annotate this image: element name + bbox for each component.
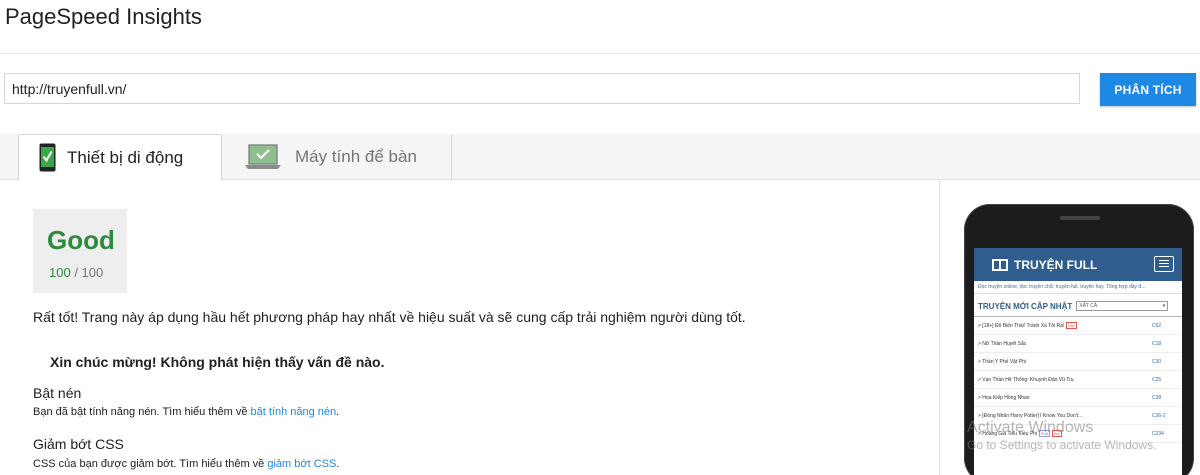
congrats-text: Xin chúc mừng! Không phát hiện thấy vấn … [50, 354, 385, 370]
story-title: > Nữ Thần Huyết Sắc [978, 341, 1027, 347]
tab-desktop[interactable]: Máy tính để bàn [222, 134, 452, 180]
rule-desc: Bạn đã bật tính năng nén. Tìm hiểu thêm … [33, 406, 339, 418]
app-title: PageSpeed Insights [5, 4, 202, 29]
watermark-subtitle: Go to Settings to activate Windows. [967, 438, 1157, 452]
score-value: 100 / 100 [49, 265, 103, 280]
rule-title: Giảm bớt CSS [33, 436, 124, 452]
tab-mobile-label: Thiết bị di động [67, 147, 184, 167]
story-title: > Thần Y Phế Vật Phi [978, 359, 1026, 365]
list-item: > [18+] Đô Biến Thái! Tránh Xa Tôi Ra! Ho… [974, 317, 1182, 335]
list-item: > Họa Kiếp Hồng Nhan C38 [974, 389, 1182, 407]
rule-desc-text: CSS của bạn được giảm bớt. Tìm hiểu thêm… [33, 458, 268, 470]
book-icon [992, 258, 1008, 271]
score-box: Good 100 / 100 [33, 209, 127, 293]
rule-link[interactable]: bật tính năng nén [251, 406, 337, 418]
url-input[interactable] [4, 73, 1080, 104]
rule-desc: CSS của bạn được giảm bớt. Tìm hiểu thêm… [33, 458, 339, 470]
site-name: TRUYỆN FULL [1014, 257, 1098, 272]
rule-desc-end: . [336, 458, 340, 470]
rule-desc-text: Bạn đã bật tính năng nén. Tìm hiểu thêm … [33, 406, 251, 418]
story-list-header: TRUYỆN MỚI CẬP NHẬT XẤT CẢ ▾ [974, 294, 1182, 317]
story-chapter: C30 [1152, 359, 1162, 365]
score-number: 100 [49, 265, 71, 280]
desktop-check-icon [245, 144, 281, 169]
activation-watermark: Activate Windows Go to Settings to activ… [967, 419, 1156, 452]
story-chapter: C38 [1152, 395, 1162, 401]
device-tab-bar: Thiết bị di động Máy tính để bàn [0, 134, 1200, 181]
story-title: > [18+] Đô Biến Thái! Tránh Xa Tôi Ra! [978, 323, 1065, 329]
watermark-title: Activate Windows [967, 419, 1094, 436]
list-item: > Vạn Thần Hệ Thống: Khuynh Đảo Vũ Trụ C2… [974, 371, 1182, 389]
tab-mobile[interactable]: Thiết bị di động [18, 134, 222, 181]
chevron-down-icon: ▾ [1162, 303, 1166, 309]
list-item: > Nữ Thần Huyết Sắc C18 [974, 335, 1182, 353]
score-rating: Good [47, 225, 115, 255]
story-chapter: C18 [1152, 341, 1162, 347]
rule-link[interactable]: giảm bớt CSS [267, 458, 336, 470]
filter-value: XẤT CẢ [1079, 303, 1098, 309]
story-title: > Vạn Thần Hệ Thống: Khuynh Đảo Vũ Trụ [978, 377, 1074, 383]
story-chapter: C25 [1152, 377, 1162, 383]
score-max: / 100 [74, 265, 104, 280]
tab-desktop-label: Máy tính để bàn [295, 147, 417, 166]
site-header: TRUYỆN FULL [974, 248, 1182, 281]
story-chapter: C62 [1152, 323, 1162, 329]
story-list-title: TRUYỆN MỚI CẬP NHẬT [978, 301, 1073, 311]
site-tagline: Đọc truyện online, đọc truyện chữ, truyệ… [974, 281, 1182, 294]
header-divider [0, 53, 1200, 54]
story-title: > Họa Kiếp Hồng Nhan [978, 395, 1030, 401]
filter-select: XẤT CẢ ▾ [1076, 301, 1169, 311]
rule-title: Bật nén [33, 385, 82, 401]
mobile-check-icon [39, 143, 56, 172]
hot-badge: Hot [1066, 322, 1077, 329]
analyze-button[interactable]: PHÂN TÍCH [1100, 73, 1196, 106]
menu-icon [1154, 256, 1174, 272]
list-item: > Thần Y Phế Vật Phi C30 [974, 353, 1182, 371]
rule-desc-end: . [336, 406, 340, 418]
phone-speaker [1060, 216, 1100, 220]
summary-text: Rất tốt! Trang này áp dụng hầu hết phươn… [33, 309, 746, 325]
